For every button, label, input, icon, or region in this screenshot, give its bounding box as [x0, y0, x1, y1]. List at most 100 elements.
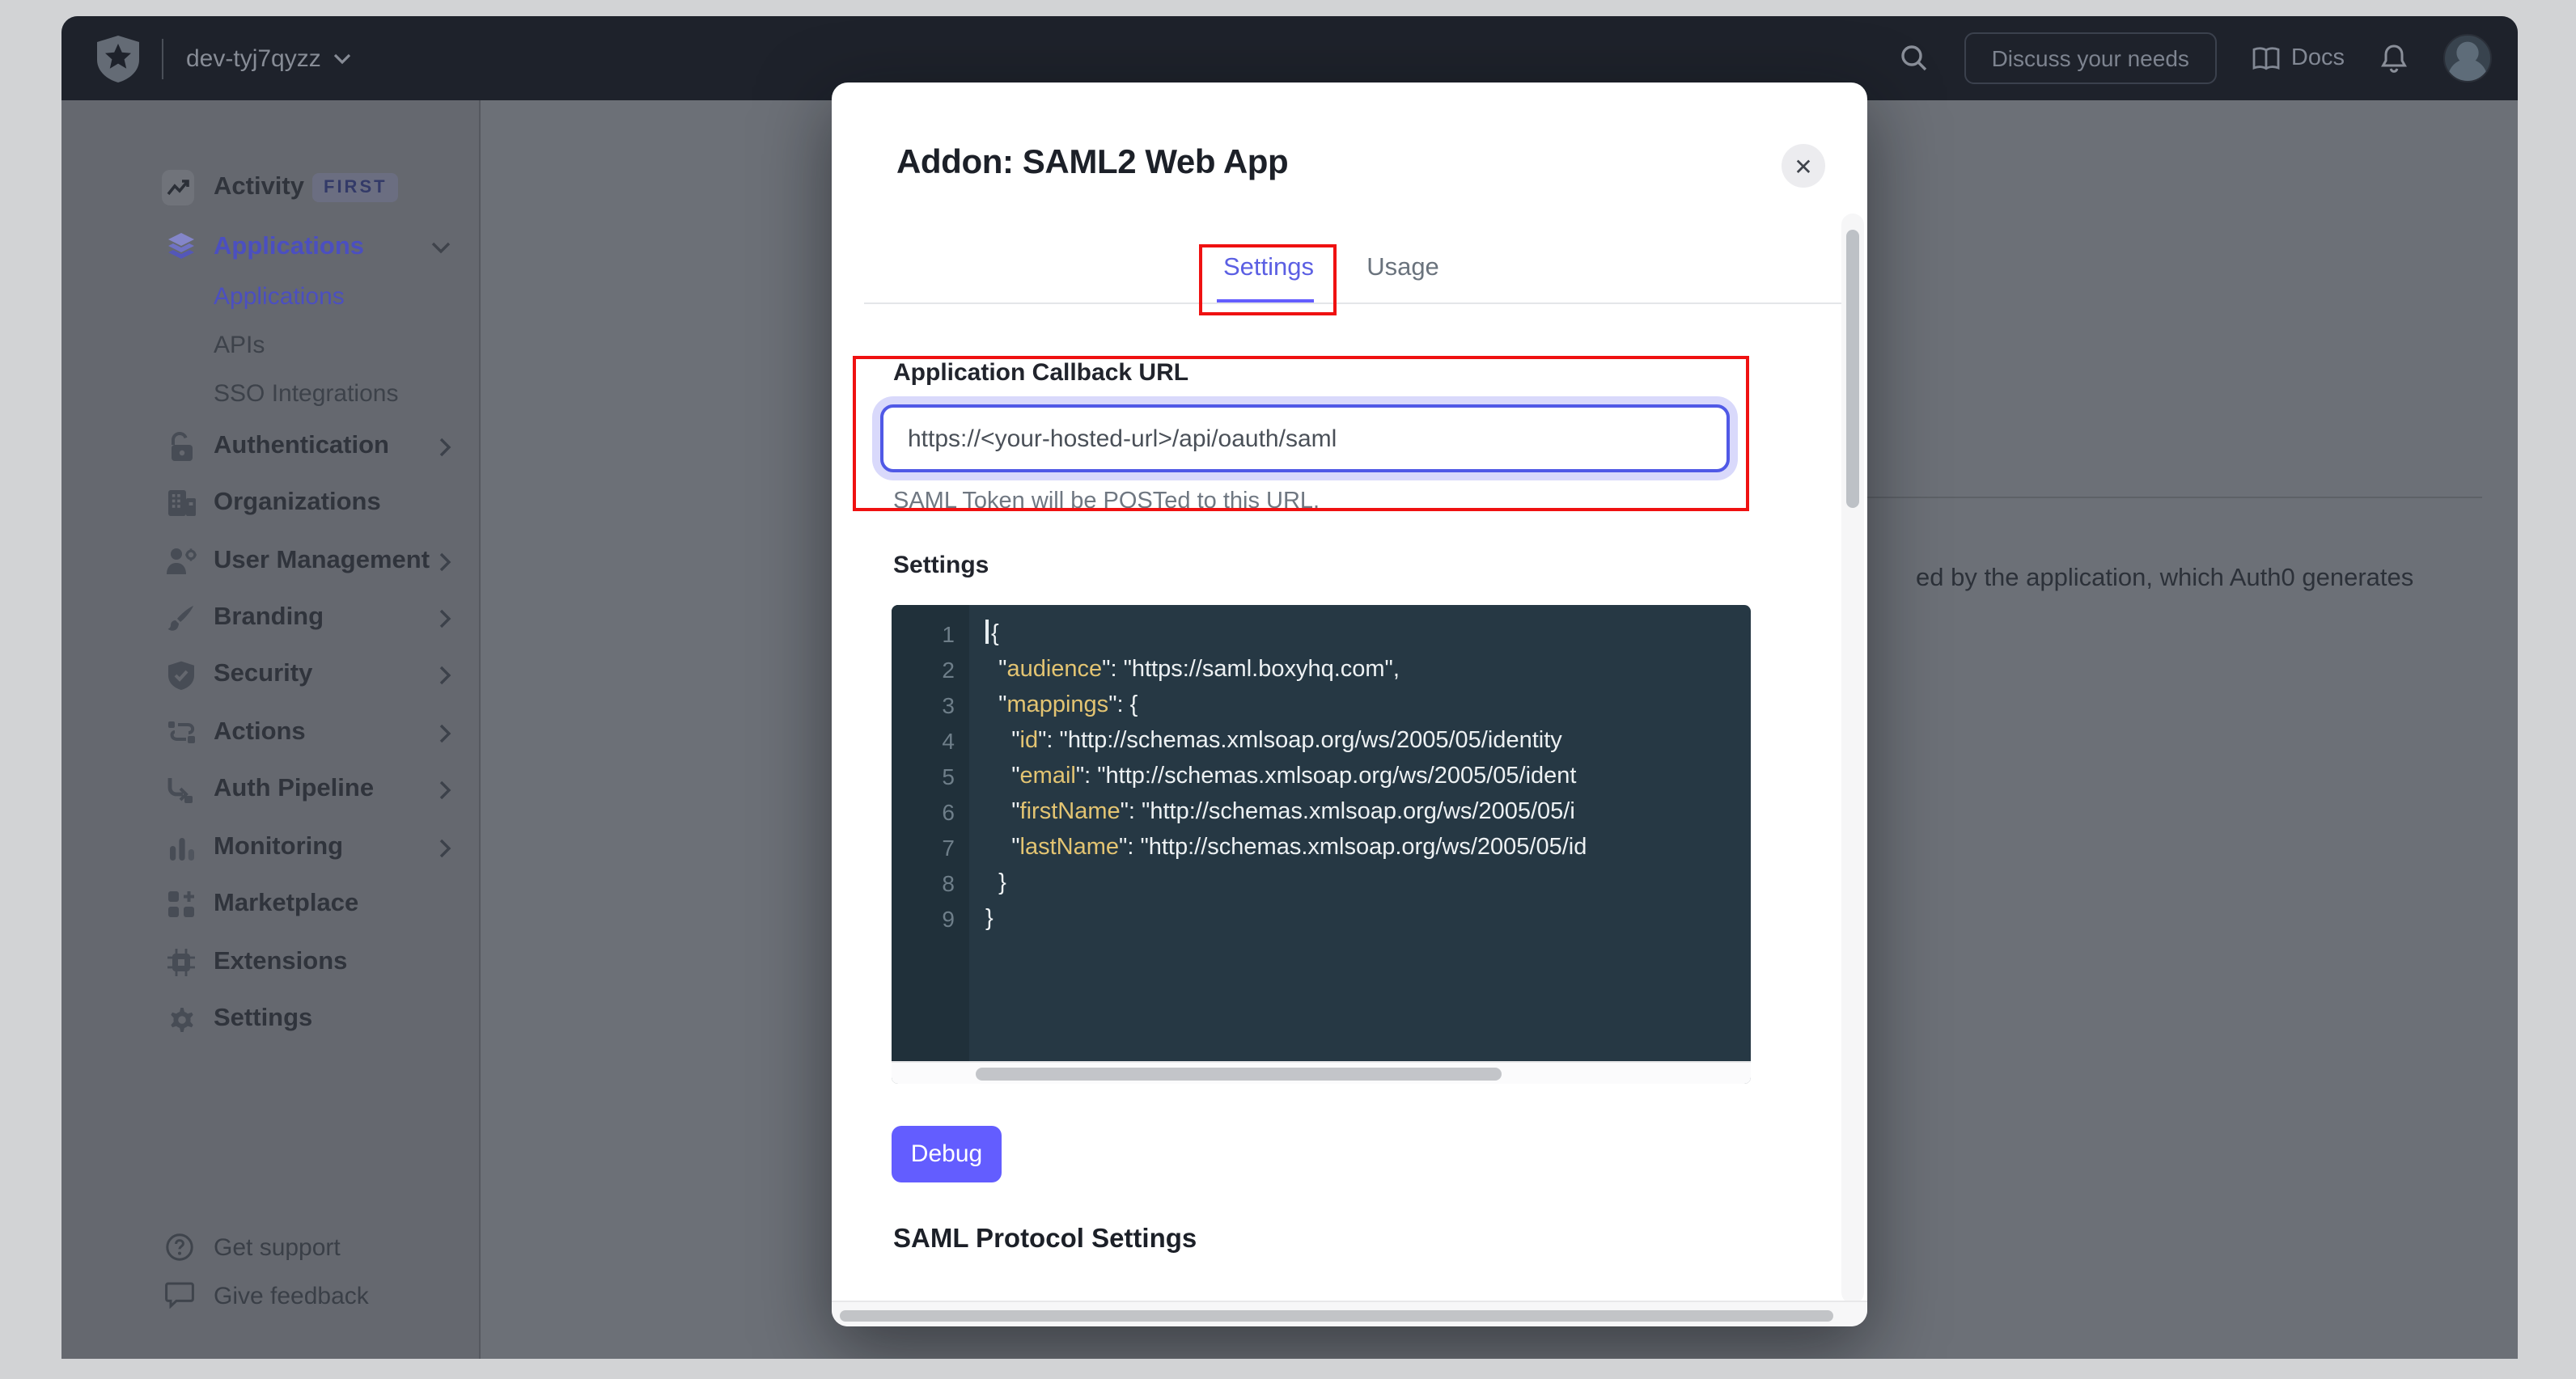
chevron-right-icon	[439, 607, 451, 628]
addon-saml2-modal: Addon: SAML2 Web App ✕ Settings Usage Ap…	[832, 82, 1867, 1326]
first-badge: FIRST	[312, 173, 399, 202]
modal-vertical-scrollbar-thumb[interactable]	[1846, 230, 1859, 508]
editor-code[interactable]: { "audience": "https://saml.boxyhq.com",…	[969, 605, 1751, 1061]
lock-icon	[165, 430, 197, 463]
gear-icon	[165, 1003, 197, 1035]
discuss-your-needs-button[interactable]: Discuss your needs	[1964, 32, 2217, 84]
callback-url-label: Application Callback URL	[893, 359, 1188, 387]
settings-json-label: Settings	[893, 552, 989, 579]
sidebar-link-get-support[interactable]: Get support	[61, 1225, 481, 1270]
tenant-name: dev-tyj7qyzz	[186, 44, 321, 72]
addons-paragraph-line1-right: ed by the application, which Auth0 gener…	[1916, 565, 2413, 594]
search-icon[interactable]	[1900, 44, 1929, 73]
sidebar-item-label: Actions	[214, 718, 306, 747]
sidebar-item-label: Extensions	[214, 948, 347, 977]
callback-url-helper: SAML Token will be POSTed to this URL.	[893, 489, 1320, 514]
line-number: 7	[892, 830, 955, 865]
sidebar-item-actions[interactable]: Actions	[61, 709, 481, 757]
code-line: "lastName": "http://schemas.xmlsoap.org/…	[985, 830, 1751, 865]
sidebar-item-label: Applications	[214, 232, 364, 261]
sidebar-item-branding[interactable]: Branding	[61, 594, 481, 642]
code-line: "id": "http://schemas.xmlsoap.org/ws/200…	[985, 723, 1751, 759]
sidebar-item-label: SSO Integrations	[214, 379, 398, 407]
sidebar-item-settings[interactable]: Settings	[61, 995, 481, 1043]
chevron-right-icon	[439, 722, 451, 743]
editor-horizontal-scrollbar[interactable]	[892, 1061, 1751, 1084]
navbar-divider	[162, 38, 163, 78]
sidebar-item-security[interactable]: Security	[61, 650, 481, 699]
sidebar-item-sso-integrations-sub[interactable]: SSO Integrations	[61, 369, 481, 417]
pipeline-icon	[165, 773, 197, 806]
modal-vertical-scrollbar[interactable]	[1841, 214, 1864, 1304]
sidebar-item-organizations[interactable]: Organizations	[61, 479, 481, 527]
tabs-divider	[864, 302, 1841, 304]
brush-icon	[165, 602, 197, 634]
modal-horizontal-scrollbar[interactable]	[832, 1301, 1867, 1326]
flow-icon	[165, 717, 197, 749]
app-window: dev-tyj7qyzz Discuss your needs Docs	[61, 16, 2518, 1359]
sidebar-item-user-management[interactable]: User Management	[61, 537, 481, 586]
chip-icon	[165, 946, 197, 979]
applications-icon	[165, 231, 197, 263]
sidebar-item-monitoring[interactable]: Monitoring	[61, 823, 481, 872]
line-number: 4	[892, 723, 955, 759]
code-line: "mappings": {	[985, 687, 1751, 723]
sidebar-link-give-feedback[interactable]: Give feedback	[61, 1273, 481, 1318]
book-icon	[2252, 46, 2280, 70]
feedback-icon	[165, 1281, 194, 1310]
sidebar-item-label: Auth Pipeline	[214, 775, 374, 804]
line-number: 8	[892, 865, 955, 901]
chevron-right-icon	[439, 551, 451, 572]
sidebar-item-apis-sub[interactable]: APIs	[61, 320, 481, 369]
sidebar-item-label: Organizations	[214, 489, 381, 518]
modal-horizontal-scrollbar-thumb[interactable]	[840, 1310, 1833, 1322]
line-number: 9	[892, 901, 955, 937]
code-line: {	[985, 616, 1751, 652]
debug-button[interactable]: Debug	[892, 1126, 1002, 1182]
tab-usage[interactable]: Usage	[1366, 254, 1440, 283]
bell-icon[interactable]	[2380, 43, 2408, 74]
line-number: 2	[892, 652, 955, 687]
sidebar-item-activity[interactable]: Activity FIRST	[61, 163, 481, 212]
sidebar-item-authentication[interactable]: Authentication	[61, 422, 481, 471]
sidebar-item-extensions[interactable]: Extensions	[61, 938, 481, 987]
sidebar-item-label: Security	[214, 660, 312, 689]
docs-link[interactable]: Docs	[2252, 45, 2345, 71]
settings-json-editor[interactable]: 123456789 { "audience": "https://saml.bo…	[892, 605, 1751, 1084]
close-icon[interactable]: ✕	[1782, 144, 1825, 188]
sidebar-item-label: APIs	[214, 331, 265, 358]
chevron-down-icon	[430, 240, 451, 253]
sidebar-item-auth-pipeline[interactable]: Auth Pipeline	[61, 765, 481, 814]
user-gear-icon	[165, 545, 197, 577]
tab-settings[interactable]: Settings	[1220, 254, 1317, 283]
help-circle-icon	[165, 1233, 194, 1262]
activity-icon	[162, 170, 194, 205]
chevron-right-icon	[439, 436, 451, 457]
line-number: 1	[892, 616, 955, 652]
code-line: "firstName": "http://schemas.xmlsoap.org…	[985, 794, 1751, 830]
sidebar-nav: Activity FIRST Applications Applications API…	[61, 100, 481, 1359]
sidebar-item-label: Applications	[214, 282, 345, 310]
screenshot-stage: dev-tyj7qyzz Discuss your needs Docs	[0, 0, 2576, 1379]
saml-protocol-settings-heading: SAML Protocol Settings	[893, 1225, 1197, 1255]
sidebar-item-marketplace[interactable]: Marketplace	[61, 880, 481, 928]
support-link-label: Get support	[214, 1233, 341, 1261]
shield-check-icon	[165, 658, 197, 691]
editor-scrollbar-thumb[interactable]	[976, 1068, 1502, 1081]
sidebar-item-label: Settings	[214, 1005, 312, 1034]
bar-chart-icon	[165, 831, 197, 864]
modal-title: Addon: SAML2 Web App	[896, 144, 1288, 183]
sidebar-item-applications[interactable]: Applications	[61, 222, 481, 271]
user-avatar[interactable]	[2443, 34, 2492, 82]
tenant-switcher[interactable]: dev-tyj7qyzz	[186, 44, 352, 72]
sidebar-item-label: Branding	[214, 603, 324, 632]
sidebar-item-applications-sub[interactable]: Applications	[61, 272, 481, 320]
sidebar-item-label: Activity	[214, 173, 304, 202]
building-icon	[165, 487, 197, 519]
text-cursor	[985, 620, 988, 644]
marketplace-icon	[165, 888, 197, 920]
callback-url-input[interactable]	[880, 404, 1730, 472]
code-line: }	[985, 865, 1751, 901]
editor-line-numbers: 123456789	[892, 605, 969, 1061]
sidebar-item-label: Monitoring	[214, 833, 343, 862]
